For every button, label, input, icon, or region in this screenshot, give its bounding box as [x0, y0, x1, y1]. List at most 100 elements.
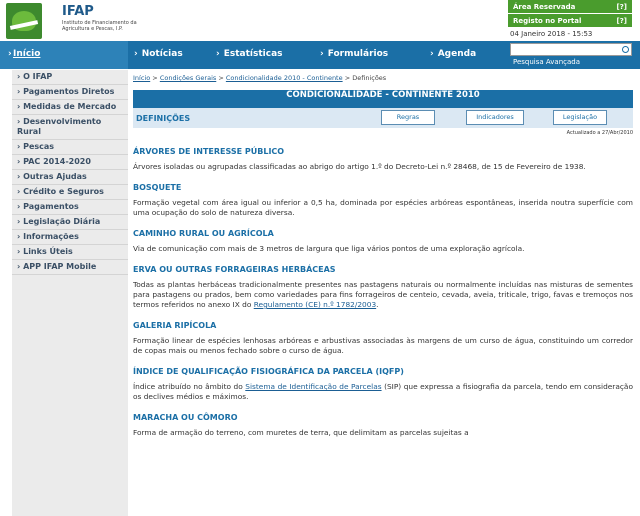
nav-home[interactable]: › Início	[0, 41, 128, 69]
sidebar-item-label: Pagamentos	[23, 202, 79, 211]
registo-help[interactable]: [?]	[617, 17, 627, 27]
tab-legislacao[interactable]: Legislação	[553, 110, 607, 125]
definition-text-part: Índice atribuído no âmbito do	[133, 382, 246, 391]
arrow-right-icon: ›	[134, 49, 138, 59]
sidebar-item-label: Pescas	[23, 142, 55, 151]
search-input[interactable]	[510, 43, 632, 56]
section-tabs: DEFINIÇÕES Regras Indicadores Legislação	[133, 108, 633, 128]
sidebar-item-label: Pagamentos Diretos	[23, 87, 115, 96]
sidebar-item-informacoes[interactable]: › Informações	[12, 230, 128, 245]
breadcrumb-separator: >	[344, 74, 351, 82]
tab-indicadores[interactable]: Indicadores	[466, 110, 524, 125]
definition-text: Formação linear de espécies lenhosas arb…	[133, 336, 633, 355]
top-navigation: › Início › Notícias › Estatísticas › Formul…	[0, 41, 640, 69]
definition-term: ÁRVORES DE INTERESSE PÚBLICO	[133, 147, 285, 156]
arrow-right-icon: ›	[430, 49, 434, 59]
arrow-right-icon: ›	[17, 202, 21, 211]
definition-term: BOSQUETE	[133, 183, 182, 192]
tab-regras[interactable]: Regras	[381, 110, 435, 125]
sidebar-item-pagamentos-diretos[interactable]: › Pagamentos Diretos	[12, 85, 128, 100]
sidebar-item-legislacao-diaria[interactable]: › Legislação Diária	[12, 215, 128, 230]
arrow-right-icon: ›	[17, 217, 21, 226]
arrow-right-icon: ›	[8, 49, 12, 59]
breadcrumb-separator: >	[218, 74, 224, 82]
sidebar-item-credito-seguros[interactable]: › Crédito e Seguros	[12, 185, 128, 200]
breadcrumb-condicoes-gerais[interactable]: Condições Gerais	[160, 74, 216, 82]
search-icon[interactable]	[622, 46, 629, 53]
sidebar-item-pescas[interactable]: › Pescas	[12, 140, 128, 155]
sidebar-item-pac[interactable]: › PAC 2014-2020	[12, 155, 128, 170]
nav-estatisticas[interactable]: › Estatísticas	[216, 49, 283, 59]
sidebar-item-label: Medidas de Mercado	[23, 102, 117, 111]
sidebar-item-label: Links Úteis	[23, 247, 73, 256]
arrow-right-icon: ›	[17, 102, 21, 111]
definition-text: Via de comunicação com mais de 3 metros …	[133, 244, 525, 253]
sidebar-item-label: Desenvolvimento Rural	[17, 117, 102, 136]
breadcrumb-current: Definições	[352, 74, 387, 82]
definition-text: Forma de armação do terreno, com muretes…	[133, 428, 469, 437]
definition-term: ÍNDICE DE QUALIFICAÇÃO FISIOGRÁFICA DA P…	[133, 367, 404, 376]
sidebar-item-label: O IFAP	[23, 72, 53, 81]
area-reservada-button[interactable]: Área Reservada [?]	[508, 0, 632, 14]
registo-button[interactable]: Registo no Portal [?]	[508, 14, 632, 28]
sidebar-item-outras-ajudas[interactable]: › Outras Ajudas	[12, 170, 128, 185]
logo-subtitle: Instituto de Financiamento da Agricultur…	[62, 20, 137, 32]
arrow-right-icon: ›	[17, 262, 21, 271]
breadcrumb-separator: >	[152, 74, 158, 82]
nav-estatisticas-label: Estatísticas	[223, 49, 283, 59]
nav-home-label: Início	[13, 49, 41, 59]
page-title: CONDICIONALIDADE - CONTINENTE 2010	[133, 90, 633, 108]
current-date: 04 Janeiro 2018 - 15:53	[510, 30, 593, 38]
arrow-right-icon: ›	[17, 187, 21, 196]
sidebar-item-app-mobile[interactable]: › APP IFAP Mobile	[12, 260, 128, 275]
definitions-list: ÁRVORES DE INTERESSE PÚBLICO Árvores iso…	[133, 147, 633, 438]
definition-text-part: .	[376, 300, 379, 309]
page-title-text: CONDICIONALIDADE - CONTINENTE 2010	[286, 90, 480, 100]
ifap-logo-icon[interactable]	[6, 3, 42, 39]
sidebar-item-label: Legislação Diária	[23, 217, 101, 226]
definition-term: CAMINHO RURAL OU AGRÍCOLA	[133, 229, 274, 238]
section-title: DEFINIÇÕES	[136, 114, 191, 123]
definition-text-part: Todas as plantas herbáceas tradicionalme…	[133, 280, 633, 309]
area-reservada-help[interactable]: [?]	[617, 3, 627, 13]
arrow-right-icon: ›	[17, 142, 21, 151]
arrow-right-icon: ›	[216, 49, 220, 59]
sidebar-item-pagamentos[interactable]: › Pagamentos	[12, 200, 128, 215]
sidebar: › O IFAP › Pagamentos Diretos › Medidas …	[12, 70, 128, 516]
sidebar-item-desenvolvimento-rural[interactable]: › Desenvolvimento Rural	[12, 115, 128, 140]
definition-text: Formação vegetal com área igual ou infer…	[133, 198, 633, 217]
regulamento-link[interactable]: Regulamento (CE) n.º 1782/2003	[254, 300, 376, 309]
updated-date: Actualizado a 27/Abr/2010	[566, 130, 633, 136]
logo-name[interactable]: IFAP	[62, 4, 94, 19]
advanced-search-link[interactable]: Pesquisa Avançada	[513, 58, 580, 66]
nav-noticias-label: Notícias	[141, 49, 183, 59]
arrow-right-icon: ›	[17, 117, 21, 126]
sidebar-item-label: Outras Ajudas	[23, 172, 87, 181]
nav-formularios[interactable]: › Formulários	[320, 49, 388, 59]
main-content: Início > Condições Gerais > Condicionali…	[133, 70, 633, 516]
sidebar-item-medidas-mercado[interactable]: › Medidas de Mercado	[12, 100, 128, 115]
breadcrumb-inicio[interactable]: Início	[133, 74, 150, 82]
area-reservada-label: Área Reservada	[513, 3, 576, 11]
nav-agenda[interactable]: › Agenda	[430, 49, 476, 59]
arrow-right-icon: ›	[17, 172, 21, 181]
nav-noticias[interactable]: › Notícias	[134, 49, 183, 59]
definition-term: MARACHA OU CÔMORO	[133, 413, 238, 422]
sip-link[interactable]: Sistema de Identificação de Parcelas	[245, 382, 381, 391]
breadcrumb-condicionalidade[interactable]: Condicionalidade 2010 - Continente	[226, 74, 343, 82]
sidebar-item-label: APP IFAP Mobile	[23, 262, 97, 271]
registo-label: Registo no Portal	[513, 17, 582, 25]
definition-text: Árvores isoladas ou agrupadas classifica…	[133, 162, 586, 171]
breadcrumb: Início > Condições Gerais > Condicionali…	[133, 74, 633, 82]
definition-term: GALERIA RIPÍCOLA	[133, 321, 217, 330]
sidebar-item-o-ifap[interactable]: › O IFAP	[12, 70, 128, 85]
definition-text: Todas as plantas herbáceas tradicionalme…	[133, 280, 633, 310]
sidebar-item-links-uteis[interactable]: › Links Úteis	[12, 245, 128, 260]
nav-formularios-label: Formulários	[327, 49, 389, 59]
arrow-right-icon: ›	[17, 157, 21, 166]
arrow-right-icon: ›	[17, 247, 21, 256]
arrow-right-icon: ›	[17, 232, 21, 241]
arrow-right-icon: ›	[17, 87, 21, 96]
sidebar-item-label: PAC 2014-2020	[23, 157, 91, 166]
top-buttons: Área Reservada [?] Registo no Portal [?]	[508, 0, 632, 28]
